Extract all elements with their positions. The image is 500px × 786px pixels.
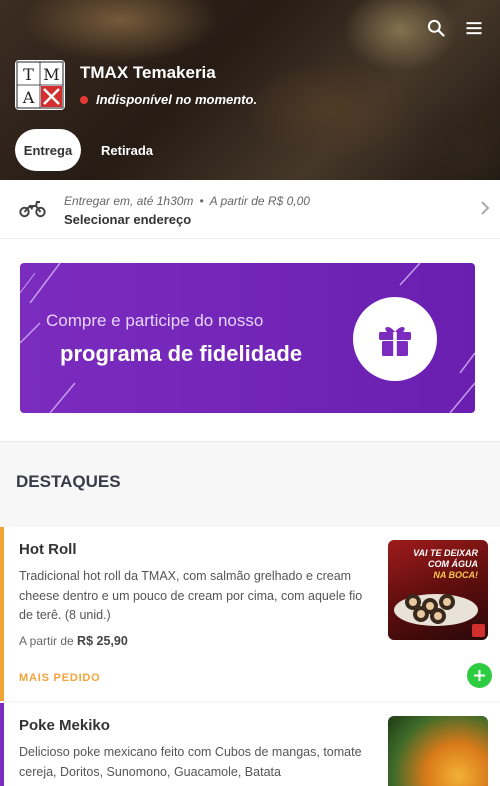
product-card[interactable]: Hot Roll Tradicional hot roll da TMAX, c… bbox=[0, 527, 500, 701]
product-price: A partir de R$ 25,90 bbox=[19, 634, 128, 648]
delivery-time: até 1h30m bbox=[136, 194, 194, 208]
price-prefix: A partir de bbox=[19, 634, 74, 648]
caption-line: COM ÁGUA bbox=[428, 559, 478, 569]
product-name: Poke Mekiko bbox=[19, 717, 110, 734]
image-caption: VAI TE DEIXAR COM ÁGUA NA BOCA! bbox=[413, 548, 478, 581]
status-text: Indisponível no momento. bbox=[96, 92, 258, 107]
banner-subtitle: Compre e participe do nosso bbox=[46, 311, 264, 330]
best-seller-badge: MAIS PEDIDO bbox=[19, 672, 101, 684]
svg-text:A: A bbox=[22, 88, 35, 107]
store-logo: T M A bbox=[15, 60, 65, 110]
delivery-min-price: A partir de R$ 0,00 bbox=[209, 194, 310, 208]
select-address-link[interactable]: Selecionar endereço bbox=[64, 212, 191, 227]
gift-icon bbox=[353, 297, 437, 381]
section-title: DESTAQUES bbox=[16, 472, 121, 491]
product-description: Tradicional hot roll da TMAX, com salmão… bbox=[19, 569, 363, 622]
store-status: Indisponível no momento. bbox=[80, 92, 257, 107]
caption-line: VAI TE DEIXAR bbox=[413, 548, 478, 558]
status-dot-icon bbox=[80, 95, 88, 104]
delivery-info: Entregar em, até 1h30m • A partir de R$ 0,… bbox=[64, 194, 310, 208]
menu-icon[interactable] bbox=[462, 16, 486, 40]
delivery-label: Entregar em, bbox=[64, 194, 134, 208]
chevron-right-icon bbox=[480, 200, 490, 221]
svg-text:T: T bbox=[23, 65, 34, 84]
store-name: TMAX Temakeria bbox=[80, 63, 216, 82]
banner-title: programa de fidelidade bbox=[60, 341, 303, 366]
svg-text:M: M bbox=[43, 65, 59, 84]
product-name: Hot Roll bbox=[19, 541, 77, 558]
caption-line: NA BOCA! bbox=[433, 570, 478, 580]
loyalty-program-banner[interactable]: Compre e participe do nosso programa de … bbox=[20, 263, 475, 413]
price-value: R$ 25,90 bbox=[77, 634, 128, 648]
product-card[interactable]: Poke Mekiko Delicioso poke mexicano feit… bbox=[0, 703, 500, 786]
plus-icon bbox=[474, 670, 485, 681]
order-type-tabs: Entrega Retirada bbox=[15, 129, 163, 171]
product-image[interactable] bbox=[388, 716, 488, 786]
search-icon[interactable] bbox=[424, 16, 448, 40]
add-to-cart-button[interactable] bbox=[467, 663, 492, 688]
header-actions bbox=[424, 16, 486, 40]
motorcycle-icon bbox=[19, 199, 46, 224]
tab-entrega[interactable]: Entrega bbox=[15, 129, 81, 171]
delivery-address-bar[interactable]: Entregar em, até 1h30m • A partir de R$ 0,… bbox=[0, 180, 500, 239]
tab-retirada[interactable]: Retirada bbox=[85, 129, 163, 171]
product-image[interactable]: VAI TE DEIXAR COM ÁGUA NA BOCA! bbox=[388, 540, 488, 640]
delivery-separator: • bbox=[199, 194, 204, 208]
product-description: Delicioso poke mexicano feito com Cubos … bbox=[19, 745, 362, 779]
